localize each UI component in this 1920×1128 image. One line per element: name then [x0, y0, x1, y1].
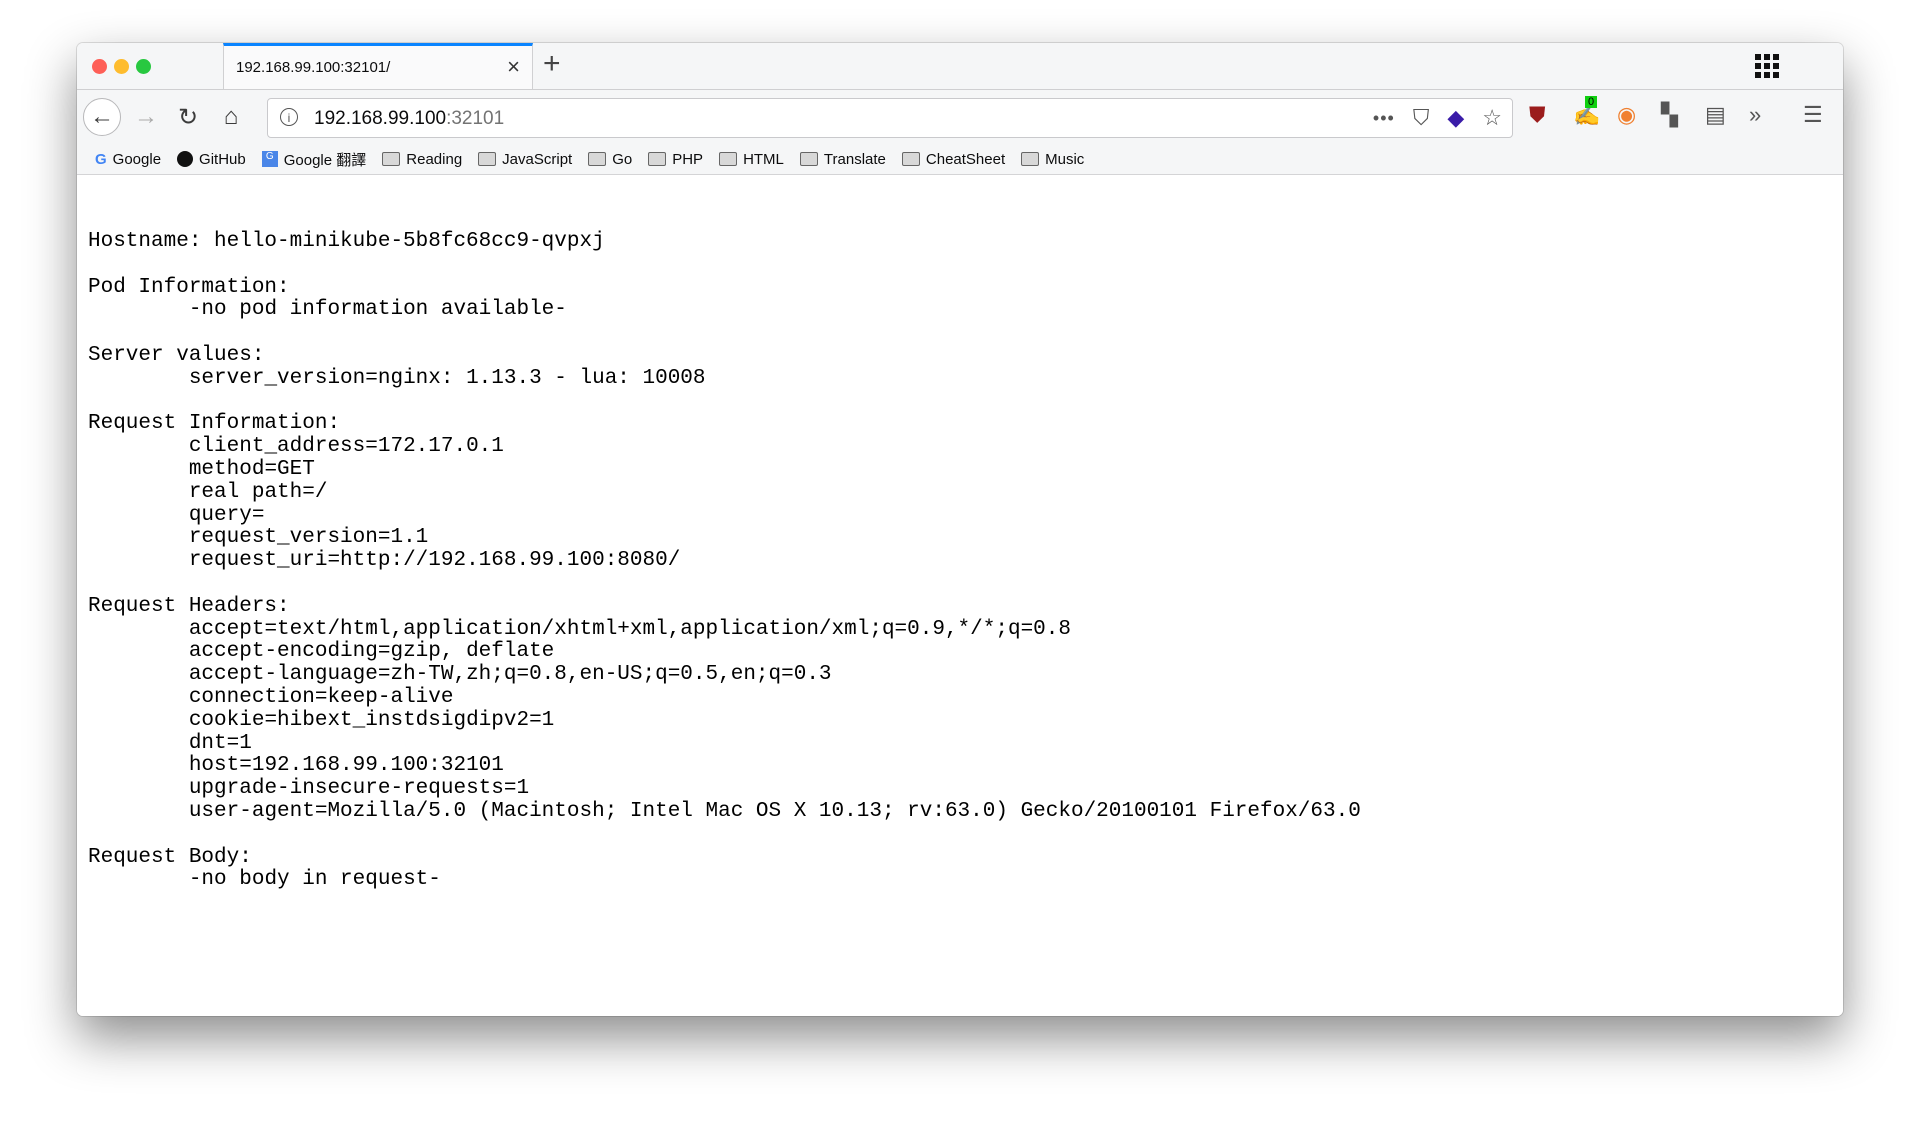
- output-line: client_address=172.17.0.1: [188, 435, 504, 459]
- bookmark-folder-music[interactable]: Music: [1021, 151, 1084, 168]
- url-text[interactable]: 192.168.99.100:32101: [314, 108, 504, 130]
- tab-title: 192.168.99.100:32101/: [236, 59, 391, 76]
- output-line: query=: [188, 503, 265, 527]
- bookmark-label: CheatSheet: [925, 150, 1006, 168]
- output-line: request_uri=http://192.168.99.100:8080/: [188, 549, 681, 573]
- output-line: connection=keep-alive: [188, 685, 454, 709]
- output-line: request_version=1.1: [188, 526, 429, 550]
- site-info-icon[interactable]: i: [280, 108, 298, 126]
- output-line: Request Body:: [88, 845, 252, 869]
- bookmark-label: JavaScript: [502, 150, 573, 168]
- close-window-button[interactable]: [92, 59, 107, 74]
- pocket-icon[interactable]: ⛉: [1413, 105, 1430, 131]
- output-line: upgrade-insecure-requests=1: [188, 777, 530, 801]
- folder-icon: [382, 152, 401, 166]
- output-line: dnt=1: [188, 731, 252, 755]
- translate-icon: G: [261, 151, 278, 167]
- toggle-extension-icon[interactable]: ◉: [1617, 102, 1636, 128]
- output-line: server_version=nginx: 1.13.3 - lua: 1000…: [188, 366, 706, 390]
- bookmark-label: Music: [1045, 150, 1085, 168]
- output-line: Hostname: hello-minikube-5b8fc68cc9-qvpx…: [88, 230, 605, 253]
- folder-icon: [719, 152, 738, 166]
- minimize-window-button[interactable]: [114, 59, 129, 74]
- bookmark-folder-html[interactable]: HTML: [719, 151, 784, 168]
- bookmark-folder-reading[interactable]: Reading: [382, 151, 462, 168]
- output-line: method=GET: [188, 457, 315, 481]
- home-button[interactable]: ⌂: [212, 98, 250, 136]
- nav-toolbar: ← → ↻ ⌂ i 192.168.99.100:32101 ••• ⛉ ◆ ☆…: [77, 90, 1843, 144]
- output-line: host=192.168.99.100:32101: [188, 754, 504, 778]
- browser-window: 192.168.99.100:32101/ × + ← → ↻ ⌂ i 192.…: [77, 43, 1843, 1016]
- output-line: -no body in request-: [188, 868, 441, 892]
- folder-icon: [1021, 152, 1040, 166]
- github-icon: [177, 151, 194, 167]
- url-bar[interactable]: i 192.168.99.100:32101 ••• ⛉ ◆ ☆: [267, 98, 1513, 138]
- bookmark-label: PHP: [672, 150, 704, 168]
- close-tab-icon[interactable]: ×: [507, 54, 520, 80]
- output-line: Request Information:: [88, 412, 341, 436]
- output-line: accept-language=zh-TW,zh;q=0.8,en-US;q=0…: [188, 663, 832, 687]
- folder-icon: [478, 152, 497, 166]
- back-button[interactable]: ←: [83, 98, 121, 136]
- overflow-menu-icon[interactable]: »: [1749, 102, 1761, 128]
- page-actions-icon[interactable]: •••: [1373, 108, 1395, 129]
- tab-strip: 192.168.99.100:32101/ × +: [77, 43, 1843, 90]
- bookmark-label: GitHub: [199, 150, 246, 168]
- bookmark-google[interactable]: G Google: [95, 151, 161, 168]
- bookmark-folder-cheatsheet[interactable]: CheatSheet: [901, 150, 1006, 168]
- bookmark-folder-translate[interactable]: Translate: [799, 150, 886, 168]
- bookmark-folder-javascript[interactable]: JavaScript: [478, 151, 572, 168]
- folder-icon: [799, 152, 818, 166]
- folder-icon: [648, 152, 667, 166]
- bookmark-label: Google 翻譯: [283, 151, 367, 169]
- apps-grid-icon[interactable]: [1755, 54, 1779, 78]
- bookmark-label: Translate: [823, 150, 886, 168]
- bookmark-label: HTML: [743, 150, 784, 168]
- hamburger-menu-icon[interactable]: ☰: [1803, 102, 1823, 128]
- output-line: Pod Information:: [88, 275, 290, 299]
- extension-badge: 0: [1585, 96, 1598, 108]
- new-tab-button[interactable]: +: [543, 47, 561, 81]
- url-host: 192.168.99.100: [314, 108, 447, 129]
- bookmark-star-icon[interactable]: ☆: [1482, 105, 1502, 131]
- output-line: accept-encoding=gzip, deflate: [188, 640, 555, 664]
- bookmark-label: Reading: [406, 150, 463, 168]
- output-line: -no pod information available-: [188, 298, 567, 322]
- zoom-window-button[interactable]: [136, 59, 151, 74]
- page-content: Hostname: hello-minikube-5b8fc68cc9-qvpx…: [77, 176, 1843, 1016]
- layers-extension-icon[interactable]: ◆: [1447, 105, 1464, 131]
- forward-button[interactable]: →: [127, 98, 165, 136]
- bookmark-folder-php[interactable]: PHP: [648, 151, 703, 168]
- add-widget-icon[interactable]: ▚: [1661, 102, 1678, 128]
- ublock-icon[interactable]: ⛊: [1529, 102, 1546, 128]
- reload-button[interactable]: ↻: [169, 98, 207, 136]
- output-line: accept=text/html,application/xhtml+xml,a…: [188, 617, 1071, 641]
- output-line: Request Headers:: [88, 594, 290, 618]
- reader-sidebar-icon[interactable]: ▤: [1705, 102, 1726, 128]
- bookmark-label: Go: [612, 150, 633, 168]
- extension-badge-icon[interactable]: ✍ 0: [1573, 96, 1600, 128]
- echo-server-output: Hostname: hello-minikube-5b8fc68cc9-qvpx…: [88, 230, 1361, 892]
- url-port: :32101: [446, 108, 505, 129]
- output-line: cookie=hibext_instdsigdipv2=1: [188, 708, 555, 732]
- tab-active[interactable]: 192.168.99.100:32101/ ×: [223, 43, 533, 89]
- output-line: Server values:: [88, 343, 265, 367]
- output-line: real path=/: [188, 480, 328, 504]
- bookmark-github[interactable]: GitHub: [177, 151, 246, 168]
- google-icon: G: [95, 150, 107, 168]
- folder-icon: [901, 152, 920, 166]
- output-line: user-agent=Mozilla/5.0 (Macintosh; Intel…: [188, 799, 1361, 823]
- bookmark-label: Google: [112, 150, 162, 168]
- bookmark-folder-go[interactable]: Go: [588, 151, 632, 168]
- bookmarks-bar: G Google GitHub G Google 翻譯 Reading JavaSc…: [77, 144, 1843, 175]
- folder-icon: [588, 152, 607, 166]
- bookmark-google-translate[interactable]: G Google 翻譯: [261, 149, 367, 170]
